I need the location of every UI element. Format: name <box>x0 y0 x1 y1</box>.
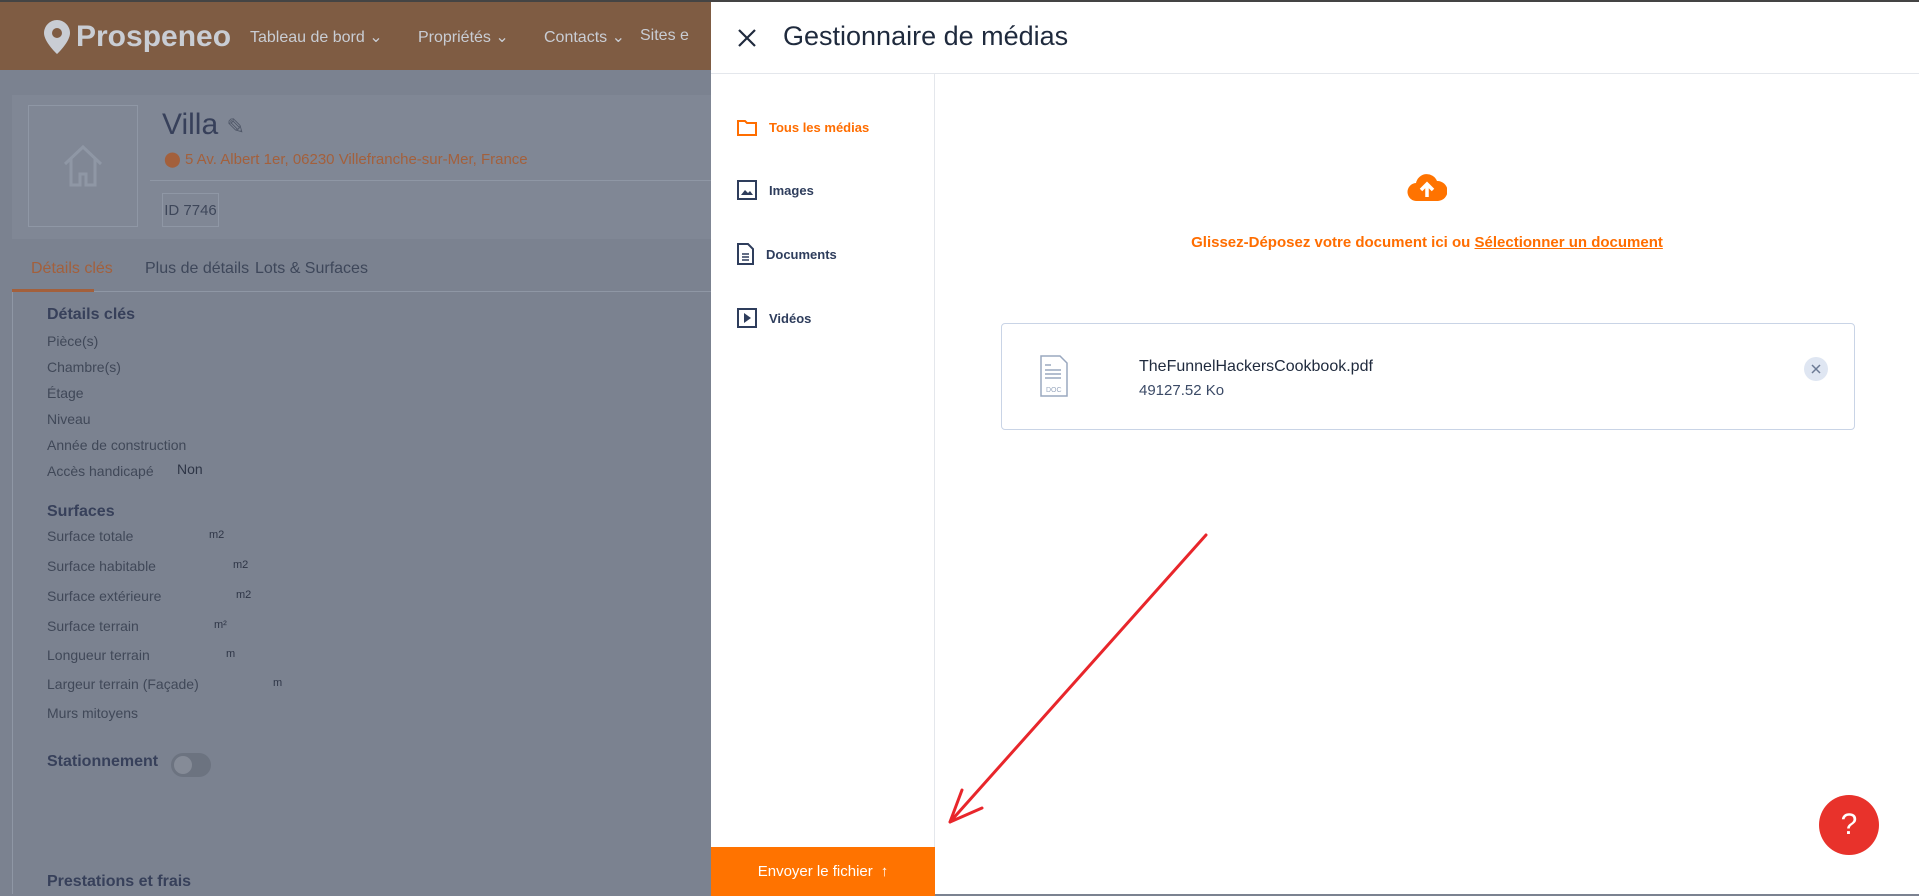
arrow-up-icon: ↑ <box>880 863 889 880</box>
document-icon <box>737 243 754 265</box>
help-button[interactable]: ? <box>1819 795 1879 855</box>
logo-pin-icon <box>44 20 70 54</box>
close-icon <box>738 29 756 47</box>
panel-title: Gestionnaire de médias <box>783 21 1069 51</box>
parking-label: Stationnement <box>47 753 159 770</box>
unit: m <box>273 677 283 689</box>
field-label: Largeur terrain (Façade) <box>47 676 199 692</box>
field-label: Longueur terrain <box>47 647 150 663</box>
remove-file-button[interactable] <box>1804 357 1828 381</box>
section-heading: Détails clés <box>47 306 136 323</box>
image-icon <box>737 180 757 200</box>
divider <box>150 180 711 181</box>
field-label: Surface habitable <box>47 558 156 574</box>
property-id-badge: ID 7746 <box>162 193 219 227</box>
top-navbar: Prospeneo Tableau de bord ⌄ Propriétés ⌄… <box>0 0 711 70</box>
send-file-button[interactable]: Envoyer le fichier ↑ <box>711 847 935 896</box>
close-button[interactable] <box>733 24 761 52</box>
cloud-upload-icon <box>1407 174 1448 202</box>
sidebar-item-documents[interactable]: Documents <box>737 243 837 265</box>
file-size: 49127.52 Ko <box>1139 382 1225 399</box>
folder-icon <box>737 120 757 136</box>
property-address: ⬤ 5 Av. Albert 1er, 06230 Villefranche-s… <box>164 151 528 168</box>
field-label: Pièce(s) <box>47 333 99 349</box>
field-label: Murs mitoyens <box>47 705 139 721</box>
logo[interactable]: Prospeneo <box>44 20 231 54</box>
section-heading: Surfaces <box>47 503 115 520</box>
location-pin-icon: ⬤ <box>164 151 181 168</box>
file-name: TheFunnelHackersCookbook.pdf <box>1139 358 1373 375</box>
video-icon <box>737 308 757 328</box>
sidebar-item-images[interactable]: Images <box>737 180 814 200</box>
field-label: Niveau <box>47 411 91 427</box>
media-sidebar: Tous les médias Images Documents Vidéos <box>711 74 935 896</box>
field-label: Surface totale <box>47 528 134 544</box>
drop-zone-text: Glissez-Déposez votre document ici ou Sé… <box>1191 234 1663 251</box>
house-icon <box>63 144 103 187</box>
drop-zone[interactable] <box>935 172 1919 207</box>
nav-dashboard[interactable]: Tableau de bord ⌄ <box>250 27 383 47</box>
close-icon <box>1811 364 1821 374</box>
logo-text: Prospeneo <box>76 20 232 53</box>
tab-lots-surfaces[interactable]: Lots & Surfaces <box>255 260 368 278</box>
tab-more-details[interactable]: Plus de détails <box>145 260 249 278</box>
property-image-placeholder <box>28 105 138 227</box>
nav-contacts[interactable]: Contacts ⌄ <box>544 27 625 47</box>
unit: m <box>226 648 236 660</box>
section-heading: Prestations et frais <box>47 873 192 890</box>
file-item: DOC TheFunnelHackersCookbook.pdf 49127.5… <box>1001 323 1855 430</box>
field-label: Étage <box>47 385 84 401</box>
unit: m2 <box>209 529 225 541</box>
sidebar-item-videos[interactable]: Vidéos <box>737 308 811 328</box>
field-label: Chambre(s) <box>47 359 121 375</box>
nav-sites[interactable]: Sites e <box>640 27 689 45</box>
property-title: Villa ✎ <box>162 108 245 141</box>
nav-properties[interactable]: Propriétés ⌄ <box>418 27 509 47</box>
doc-icon-label: DOC <box>1046 387 1062 394</box>
edit-pencil-icon[interactable]: ✎ <box>227 114 245 139</box>
field-label: Accès handicapé <box>47 463 154 479</box>
field-label: Année de construction <box>47 437 187 453</box>
unit: m2 <box>233 559 249 571</box>
unit: m² <box>214 619 227 631</box>
unit: m2 <box>236 589 252 601</box>
field-label: Surface terrain <box>47 618 139 634</box>
select-document-link[interactable]: Sélectionner un document <box>1475 234 1663 251</box>
sidebar-item-all-media[interactable]: Tous les médias <box>737 119 869 136</box>
media-manager-panel: Gestionnaire de médias Tous les médias I… <box>711 0 1919 896</box>
doc-file-icon: DOC <box>1040 355 1068 397</box>
parking-toggle[interactable] <box>171 753 211 777</box>
field-label: Surface extérieure <box>47 588 162 604</box>
panel-header: Gestionnaire de médias <box>711 2 1919 74</box>
tab-key-details[interactable]: Détails clés <box>31 260 113 278</box>
accessible-value: Non <box>177 461 203 477</box>
